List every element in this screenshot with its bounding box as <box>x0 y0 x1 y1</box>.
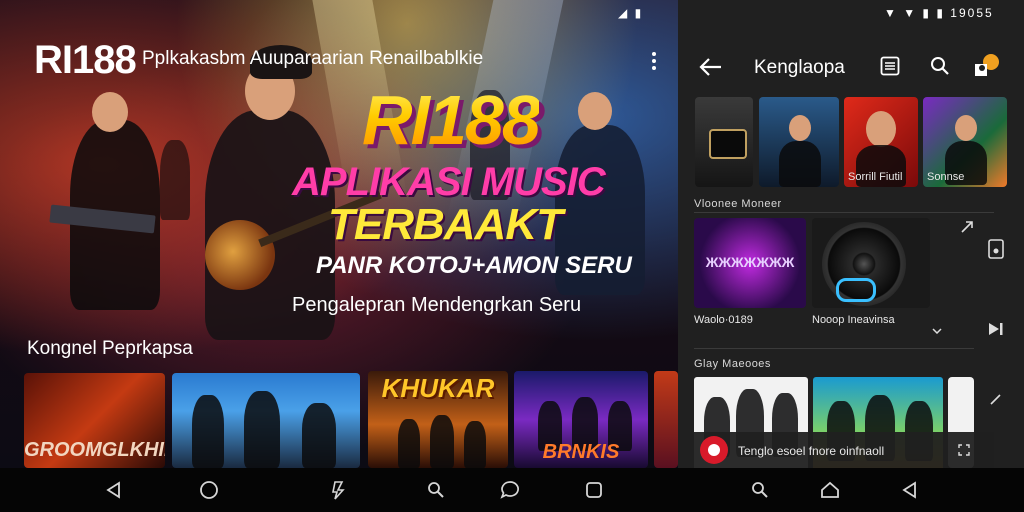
now-playing-bar[interactable]: Tenglo esoel fnore oinfnaoll <box>694 432 994 468</box>
headphones-icon <box>836 278 876 302</box>
search-icon[interactable] <box>418 468 454 512</box>
hero-title: RI188 <box>362 81 541 159</box>
tile-caption: Sonnse <box>927 171 965 183</box>
expand-player-icon[interactable] <box>956 442 972 458</box>
media-card[interactable]: ЖЖЖЖЖЖЖ <box>694 218 806 308</box>
search-icon[interactable] <box>742 468 778 512</box>
tile-caption: Sorrill Fiutil <box>848 171 903 183</box>
more-menu-icon[interactable] <box>644 50 664 72</box>
divider <box>694 348 974 349</box>
performer-head <box>92 92 128 132</box>
media-tile[interactable] <box>759 97 839 187</box>
band-member-figure <box>430 415 454 468</box>
album-thumbnail-label: BRNKIS <box>542 441 620 463</box>
chat-bubble-icon[interactable] <box>492 468 528 512</box>
expand-icon[interactable] <box>958 218 976 236</box>
artist-head <box>955 115 977 141</box>
status-bar: ▼ ▼ ▮ ▮ 19055 <box>884 6 994 20</box>
media-card[interactable] <box>812 218 930 308</box>
hero-line-slogan: PANR KOTOJ+AMON SERU <box>316 252 632 279</box>
band-member-figure <box>302 403 336 468</box>
card-caption: Nooop Ineavinsa <box>812 314 895 326</box>
app-tagline: Pplkakasbm Auuparaarian Renailbablkie <box>142 48 484 69</box>
media-tile[interactable]: Sorrill Fiutil <box>844 97 918 187</box>
queue-icon[interactable] <box>984 236 1008 262</box>
home-circle-icon[interactable] <box>191 468 227 512</box>
page-title: Kenglaopa <box>754 57 845 78</box>
section-label: Vloonee Moneer <box>694 198 782 210</box>
avatar-inner <box>708 444 720 456</box>
profile-badge-icon[interactable] <box>972 52 1002 80</box>
app-logo: RI188 <box>34 38 137 82</box>
performer-head <box>578 92 612 130</box>
band-member-figure <box>398 419 420 468</box>
back-triangle-icon[interactable] <box>892 468 928 512</box>
hero-line-description: Pengalepran Mendengrkan Seru <box>292 294 582 316</box>
back-triangle-icon[interactable] <box>96 468 132 512</box>
now-playing-avatar <box>700 436 728 464</box>
section-title: Kongnel Peprkapsa <box>27 338 193 359</box>
artist-head <box>866 111 896 147</box>
library-panel: ▼ ▼ ▮ ▮ 19055 Kenglaopa Sorrill Fiutil S… <box>678 0 1024 468</box>
hero-line-terbaakt: TERBAAKT <box>328 200 563 249</box>
guitar-body <box>205 220 275 290</box>
divider <box>694 212 994 213</box>
chevron-down-icon[interactable] <box>930 324 944 338</box>
cassette-icon <box>709 129 747 159</box>
album-thumbnail-label: GROOMGLKHIE <box>24 439 165 461</box>
home-house-icon[interactable] <box>812 468 848 512</box>
band-member-figure <box>192 395 224 468</box>
band-member-figure <box>464 421 486 468</box>
drummer-figure <box>160 140 190 220</box>
app-swirl-icon[interactable] <box>321 468 357 512</box>
status-time: 19055 <box>950 6 994 20</box>
skip-next-icon[interactable] <box>984 318 1008 340</box>
media-tile[interactable]: Sonnse <box>923 97 1007 187</box>
section-label: Glay Maeooes <box>694 358 771 370</box>
band-member-figure <box>244 391 280 468</box>
search-icon[interactable] <box>928 54 952 78</box>
back-arrow-icon[interactable] <box>698 54 724 80</box>
now-playing-text: Tenglo esoel fnore oinfnaoll <box>738 444 885 458</box>
media-tile[interactable] <box>695 97 753 187</box>
main-banner-panel: ◢ ▮ RI188 Pplkakasbm Auuparaarian Renail… <box>0 0 678 468</box>
album-thumbnail[interactable] <box>654 371 678 468</box>
status-icons: ◢ ▮ <box>618 6 644 20</box>
album-thumbnail[interactable]: BRNKIS <box>514 371 648 468</box>
signal-icon: ▼ ▼ ▮ ▮ <box>884 6 951 20</box>
artist-figure <box>779 141 821 187</box>
album-thumbnail[interactable]: GROOMGLKHIE <box>24 373 165 468</box>
artist-head <box>789 115 811 141</box>
edit-icon[interactable] <box>984 388 1008 410</box>
album-thumbnail[interactable]: KHUKAR <box>368 371 508 468</box>
card-art-text: ЖЖЖЖЖЖЖ <box>705 254 795 270</box>
recents-square-icon[interactable] <box>576 468 612 512</box>
album-thumbnail[interactable] <box>172 373 360 468</box>
hero-line-app-music: APLIKASI MUSIC <box>292 160 606 204</box>
list-icon[interactable] <box>878 54 902 78</box>
system-navigation-bar <box>0 468 1024 512</box>
card-caption: Waolo·0189 <box>694 314 753 326</box>
album-thumbnail-label: KHUKAR <box>381 373 495 403</box>
